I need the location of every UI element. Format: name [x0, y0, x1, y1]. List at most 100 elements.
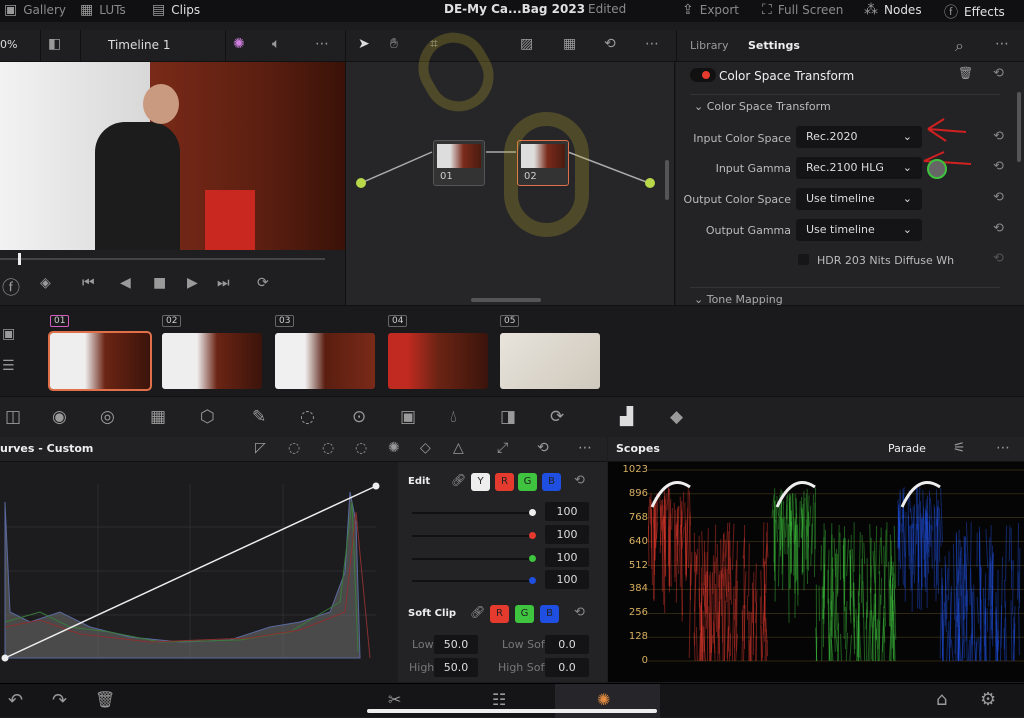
- input-color-space-select[interactable]: Rec.2020⌄: [796, 126, 922, 148]
- more-icon[interactable]: ⋯: [645, 36, 659, 52]
- reset-icon[interactable]: ⟲: [993, 221, 1004, 236]
- scopes-icon[interactable]: ▟: [620, 407, 633, 427]
- more-icon[interactable]: ⋯: [996, 440, 1010, 456]
- curves-icon[interactable]: ▦: [150, 407, 166, 427]
- high-value[interactable]: 50.0: [434, 658, 478, 677]
- settings-gear-icon[interactable]: ⚙: [980, 689, 996, 710]
- window-icon[interactable]: ◌: [300, 407, 315, 427]
- soft-clip-g-button[interactable]: G: [515, 605, 534, 623]
- camera-raw-icon[interactable]: ◫: [5, 407, 21, 427]
- channel-g-button[interactable]: G: [518, 473, 537, 491]
- sizing-icon[interactable]: ⟳: [550, 407, 564, 427]
- curve-point-white[interactable]: [373, 483, 380, 490]
- more-icon[interactable]: ⋯: [995, 36, 1009, 52]
- color-wheel-icon[interactable]: ✺: [233, 36, 245, 52]
- reset-icon[interactable]: ⟲: [537, 440, 549, 456]
- reset-icon[interactable]: ⟲: [574, 605, 585, 620]
- g-intensity-slider[interactable]: [412, 558, 536, 560]
- custom-curve-icon[interactable]: ◸: [255, 440, 266, 456]
- playhead[interactable]: [18, 253, 21, 265]
- output-gamma-select[interactable]: Use timeline⌄: [796, 219, 922, 241]
- lum-vs-sat-icon[interactable]: ✺: [388, 440, 400, 456]
- hdr-icon[interactable]: ◎: [100, 407, 115, 427]
- blur-icon[interactable]: 💧︎: [450, 407, 457, 427]
- pointer-icon[interactable]: ➤: [358, 36, 370, 52]
- section-header[interactable]: ⌄ Color Space Transform: [694, 100, 831, 113]
- channel-b-button[interactable]: B: [542, 473, 561, 491]
- magic-mask-icon[interactable]: ▣: [400, 407, 416, 427]
- link-icon[interactable]: 🔗︎: [451, 473, 466, 487]
- channel-y-button[interactable]: Y: [471, 473, 490, 491]
- stop-icon[interactable]: ■: [153, 275, 166, 291]
- fx-icon[interactable]: ⓕ: [2, 274, 20, 300]
- clip-view-icon[interactable]: ▣: [2, 326, 15, 342]
- nodes-button[interactable]: ⁂Nodes: [864, 2, 922, 18]
- b-intensity-value[interactable]: 100: [545, 570, 589, 589]
- effect-toggle[interactable]: [690, 68, 716, 82]
- y-intensity-slider[interactable]: [412, 512, 536, 514]
- sat-vs-sat-icon[interactable]: ◇: [420, 440, 431, 456]
- sat-vs-lum-icon[interactable]: △: [453, 440, 464, 456]
- node-01[interactable]: 01: [433, 140, 485, 186]
- r-intensity-slider[interactable]: [412, 535, 536, 537]
- clip-thumbnail-03[interactable]: [275, 333, 375, 389]
- trash-icon[interactable]: 🗑︎: [958, 66, 973, 80]
- hue-vs-sat-icon[interactable]: ◌: [322, 440, 334, 456]
- curve-point-black[interactable]: [2, 655, 9, 662]
- clip-thumbnail-05[interactable]: [500, 333, 600, 389]
- soft-clip-r-button[interactable]: R: [490, 605, 509, 623]
- reset-icon[interactable]: ⟲: [993, 159, 1004, 174]
- channel-r-button[interactable]: R: [495, 473, 514, 491]
- link-icon[interactable]: 🔗︎: [470, 605, 485, 619]
- audio-icon[interactable]: 🔈︎: [272, 36, 280, 52]
- trash-icon[interactable]: 🗑︎: [95, 690, 115, 709]
- reset-icon[interactable]: ⟲: [604, 36, 616, 52]
- edit-page-icon[interactable]: ☷: [492, 690, 506, 709]
- clips-button[interactable]: ▤Clips: [152, 2, 200, 18]
- grid-icon[interactable]: ▦: [563, 36, 576, 52]
- expand-icon[interactable]: ⤢: [497, 440, 508, 456]
- output-color-space-select[interactable]: Use timeline⌄: [796, 188, 922, 210]
- primaries-icon[interactable]: ◉: [52, 407, 67, 427]
- g-intensity-value[interactable]: 100: [545, 548, 589, 567]
- scope-settings-icon[interactable]: ⚟: [953, 440, 966, 456]
- hdr-checkbox[interactable]: [798, 254, 809, 265]
- redo-icon[interactable]: ↷: [52, 690, 67, 711]
- image-icon[interactable]: ▨: [520, 36, 533, 52]
- node-editor[interactable]: 01 02: [345, 62, 675, 305]
- undo-icon[interactable]: ↶: [8, 690, 23, 711]
- hue-vs-lum-icon[interactable]: ◌: [355, 440, 367, 456]
- search-icon[interactable]: ⌕: [955, 36, 964, 56]
- r-intensity-value[interactable]: 100: [545, 525, 589, 544]
- cut-page-icon[interactable]: ✂︎: [388, 690, 401, 709]
- full-screen-button[interactable]: ⛶Full Screen: [762, 2, 843, 18]
- loop-icon[interactable]: ⟳: [257, 275, 269, 291]
- soft-clip-b-button[interactable]: B: [540, 605, 559, 623]
- clip-thumbnail-01[interactable]: [50, 333, 150, 389]
- gallery-button[interactable]: ▣Gallery: [4, 2, 66, 18]
- luts-button[interactable]: ▦LUTs: [80, 2, 126, 18]
- viewer-mode-icon[interactable]: ◧: [48, 36, 61, 52]
- scrubber[interactable]: [0, 258, 325, 260]
- color-warper-icon[interactable]: ⬡: [200, 407, 215, 427]
- timeline-selector[interactable]: Timeline 1: [108, 38, 170, 52]
- curves-graph[interactable]: [0, 462, 398, 682]
- qualifier-icon[interactable]: ✎: [252, 407, 266, 427]
- reset-icon[interactable]: ⟲: [993, 66, 1004, 81]
- tracker-icon[interactable]: ⊙: [352, 407, 366, 427]
- tab-settings[interactable]: Settings: [748, 39, 800, 52]
- high-soft-value[interactable]: 0.0: [545, 658, 589, 677]
- keyframes-icon[interactable]: ◆: [670, 407, 683, 427]
- reset-icon[interactable]: ⟲: [993, 129, 1004, 144]
- reset-icon[interactable]: ⟲: [993, 251, 1004, 266]
- zoom-level[interactable]: 0%: [0, 38, 17, 51]
- low-value[interactable]: 50.0: [434, 635, 478, 654]
- hue-vs-hue-icon[interactable]: ◌: [288, 440, 300, 456]
- clip-thumbnail-02[interactable]: [162, 333, 262, 389]
- b-intensity-slider[interactable]: [412, 580, 536, 582]
- more-icon[interactable]: ⋯: [315, 36, 329, 52]
- y-intensity-value[interactable]: 100: [545, 502, 589, 521]
- more-icon[interactable]: ⋯: [578, 440, 592, 456]
- home-icon[interactable]: ⌂: [936, 689, 947, 710]
- play-reverse-icon[interactable]: ◀: [120, 275, 131, 291]
